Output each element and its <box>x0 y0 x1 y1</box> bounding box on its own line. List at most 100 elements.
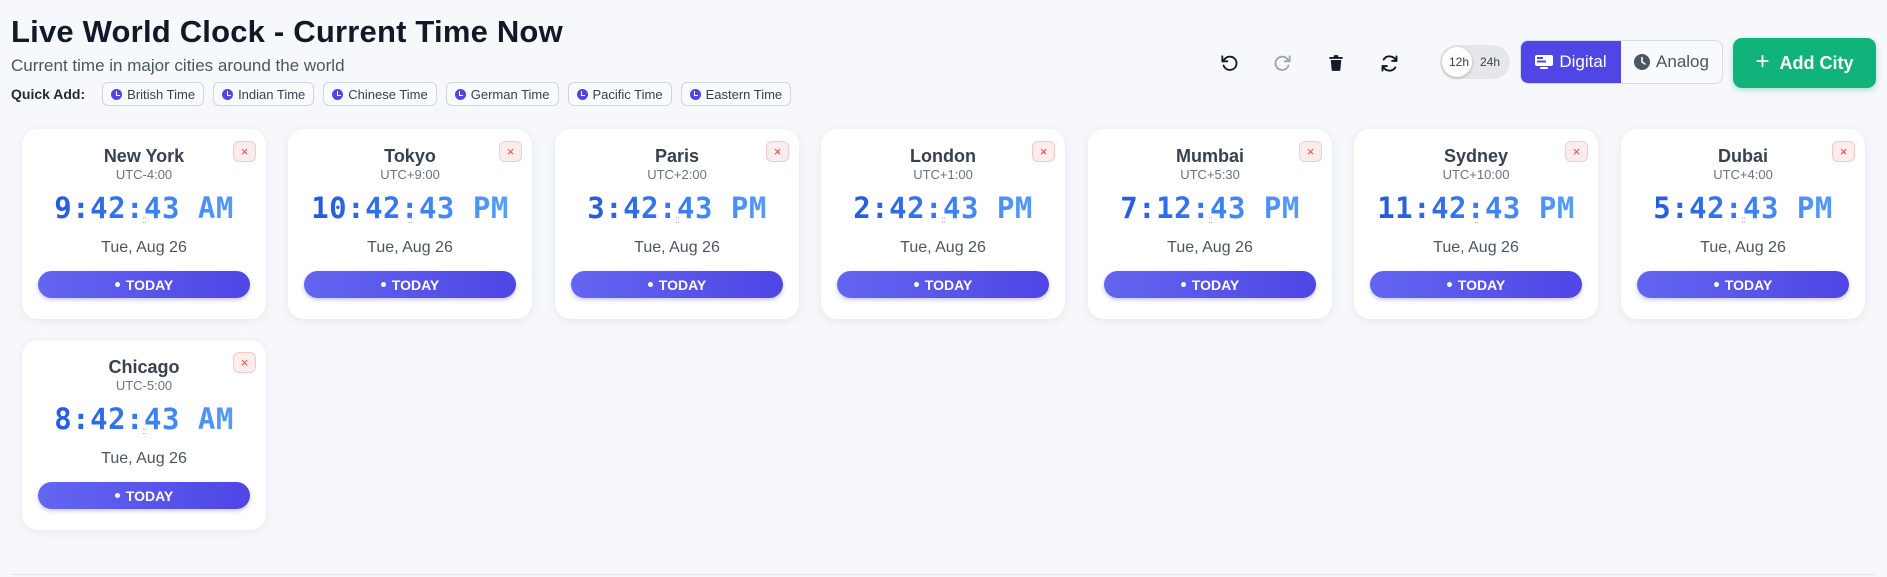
chip-label: Pacific Time <box>592 86 663 102</box>
chip-label: Chinese Time <box>348 86 428 102</box>
digital-label: Digital <box>1559 52 1607 71</box>
today-badge: TODAY <box>1104 271 1316 298</box>
badge-label: TODAY <box>658 276 707 293</box>
badge-label: TODAY <box>1457 276 1506 293</box>
quick-add-row: Quick Add: British Time Indian Time Chin… <box>11 82 792 106</box>
drag-handle-icon[interactable]: :: <box>288 216 532 226</box>
analog-view-button[interactable]: Analog <box>1621 41 1722 83</box>
quick-add-british[interactable]: British Time <box>102 82 205 106</box>
page-subtitle: Current time in major cities around the … <box>11 56 345 75</box>
dot-icon <box>114 493 120 498</box>
dot-icon <box>913 282 919 287</box>
clock-icon <box>454 88 466 100</box>
digital-view-button[interactable]: Digital <box>1521 41 1621 83</box>
city-name: New York <box>103 146 185 166</box>
city-name: London <box>910 146 976 166</box>
badge-label: TODAY <box>125 276 174 293</box>
city-name: Tokyo <box>384 146 436 166</box>
clock-card[interactable]: × Paris UTC+2:00 3:42:43 PM :: Tue, Aug … <box>555 129 799 319</box>
clock-card[interactable]: × Mumbai UTC+5:30 7:12:43 PM :: Tue, Aug… <box>1088 129 1332 319</box>
today-badge: TODAY <box>1370 271 1582 298</box>
utc-offset: UTC-4:00 <box>115 167 173 182</box>
redo-button[interactable] <box>1263 43 1303 83</box>
quick-add-eastern[interactable]: Eastern Time <box>680 82 792 106</box>
city-date: Tue, Aug 26 <box>1167 239 1253 256</box>
utc-offset: UTC+10:00 <box>1442 167 1510 182</box>
section-divider <box>11 574 1876 575</box>
utc-offset: UTC+5:30 <box>1180 167 1240 182</box>
utc-offset: UTC-5:00 <box>115 378 173 393</box>
drag-handle-icon[interactable]: :: <box>821 216 1065 226</box>
utc-offset: UTC+9:00 <box>380 167 440 182</box>
redo-icon <box>1274 55 1291 71</box>
clock-card[interactable]: × Tokyo UTC+9:00 10:42:43 PM :: Tue, Aug… <box>288 129 532 319</box>
clock-icon <box>332 88 344 100</box>
quick-add-german[interactable]: German Time <box>445 82 559 106</box>
city-date: Tue, Aug 26 <box>900 239 986 256</box>
plus-icon: + <box>1755 48 1770 75</box>
clock-icon <box>576 88 588 100</box>
city-name: Mumbai <box>1175 146 1244 166</box>
time-format-toggle[interactable]: 12h 24h <box>1440 45 1510 79</box>
badge-label: TODAY <box>391 276 440 293</box>
add-city-button[interactable]: + Add City <box>1733 38 1876 88</box>
city-date: Tue, Aug 26 <box>101 239 187 256</box>
quick-add-indian[interactable]: Indian Time <box>213 82 315 106</box>
page-title: Live World Clock - Current Time Now <box>11 14 563 49</box>
view-mode-segment: Digital Analog <box>1520 40 1723 84</box>
clock-card[interactable]: × New York UTC-4:00 9:42:43 AM :: Tue, A… <box>22 129 266 319</box>
city-name: Paris <box>654 146 700 166</box>
dot-icon <box>1180 282 1186 287</box>
dot-icon <box>1446 282 1452 287</box>
today-badge: TODAY <box>1637 271 1849 298</box>
chip-label: German Time <box>470 86 550 102</box>
delete-button[interactable] <box>1316 43 1356 83</box>
undo-icon <box>1221 55 1238 71</box>
clock-card[interactable]: × Sydney UTC+10:00 11:42:43 PM :: Tue, A… <box>1354 129 1598 319</box>
clock-icon <box>689 88 701 100</box>
badge-label: TODAY <box>924 276 973 293</box>
today-badge: TODAY <box>304 271 516 298</box>
quick-add-label: Quick Add: <box>11 86 86 102</box>
drag-handle-icon[interactable]: :: <box>22 427 266 437</box>
chip-label: Indian Time <box>238 86 306 102</box>
utc-offset: UTC+4:00 <box>1713 167 1773 182</box>
today-badge: TODAY <box>571 271 783 298</box>
drag-handle-icon[interactable]: :: <box>1354 216 1598 226</box>
city-name: Dubai <box>1717 146 1768 166</box>
dot-icon <box>1713 282 1719 287</box>
clock-card[interactable]: × London UTC+1:00 2:42:43 PM :: Tue, Aug… <box>821 129 1065 319</box>
refresh-icon <box>1381 54 1397 72</box>
monitor-icon <box>1535 55 1554 69</box>
refresh-button[interactable] <box>1369 43 1409 83</box>
drag-handle-icon[interactable]: :: <box>1088 216 1332 226</box>
add-city-label: Add City <box>1779 52 1854 73</box>
analog-label: Analog <box>1656 52 1709 71</box>
city-date: Tue, Aug 26 <box>367 239 453 256</box>
dot-icon <box>114 282 120 287</box>
city-name: Sydney <box>1443 146 1509 166</box>
badge-label: TODAY <box>1724 276 1773 293</box>
clock-icon <box>1634 54 1651 70</box>
clock-card[interactable]: × Dubai UTC+4:00 5:42:43 PM :: Tue, Aug … <box>1621 129 1865 319</box>
dot-icon <box>380 282 386 287</box>
today-badge: TODAY <box>38 482 250 509</box>
drag-handle-icon[interactable]: :: <box>1621 216 1865 226</box>
trash-icon <box>1329 55 1343 71</box>
format-24h-label: 24h <box>1480 55 1501 69</box>
drag-handle-icon[interactable]: :: <box>22 216 266 226</box>
quick-add-chinese[interactable]: Chinese Time <box>323 82 437 106</box>
city-date: Tue, Aug 26 <box>101 450 187 467</box>
badge-label: TODAY <box>1191 276 1240 293</box>
city-date: Tue, Aug 26 <box>1700 239 1786 256</box>
dot-icon <box>647 282 653 287</box>
clock-icon <box>111 88 123 100</box>
clock-card[interactable]: × Chicago UTC-5:00 8:42:43 AM :: Tue, Au… <box>22 340 266 530</box>
city-date: Tue, Aug 26 <box>634 239 720 256</box>
city-name: Chicago <box>108 357 180 377</box>
undo-button[interactable] <box>1209 43 1249 83</box>
utc-offset: UTC+2:00 <box>647 167 707 182</box>
drag-handle-icon[interactable]: :: <box>555 216 799 226</box>
quick-add-pacific[interactable]: Pacific Time <box>567 82 672 106</box>
city-date: Tue, Aug 26 <box>1433 239 1519 256</box>
